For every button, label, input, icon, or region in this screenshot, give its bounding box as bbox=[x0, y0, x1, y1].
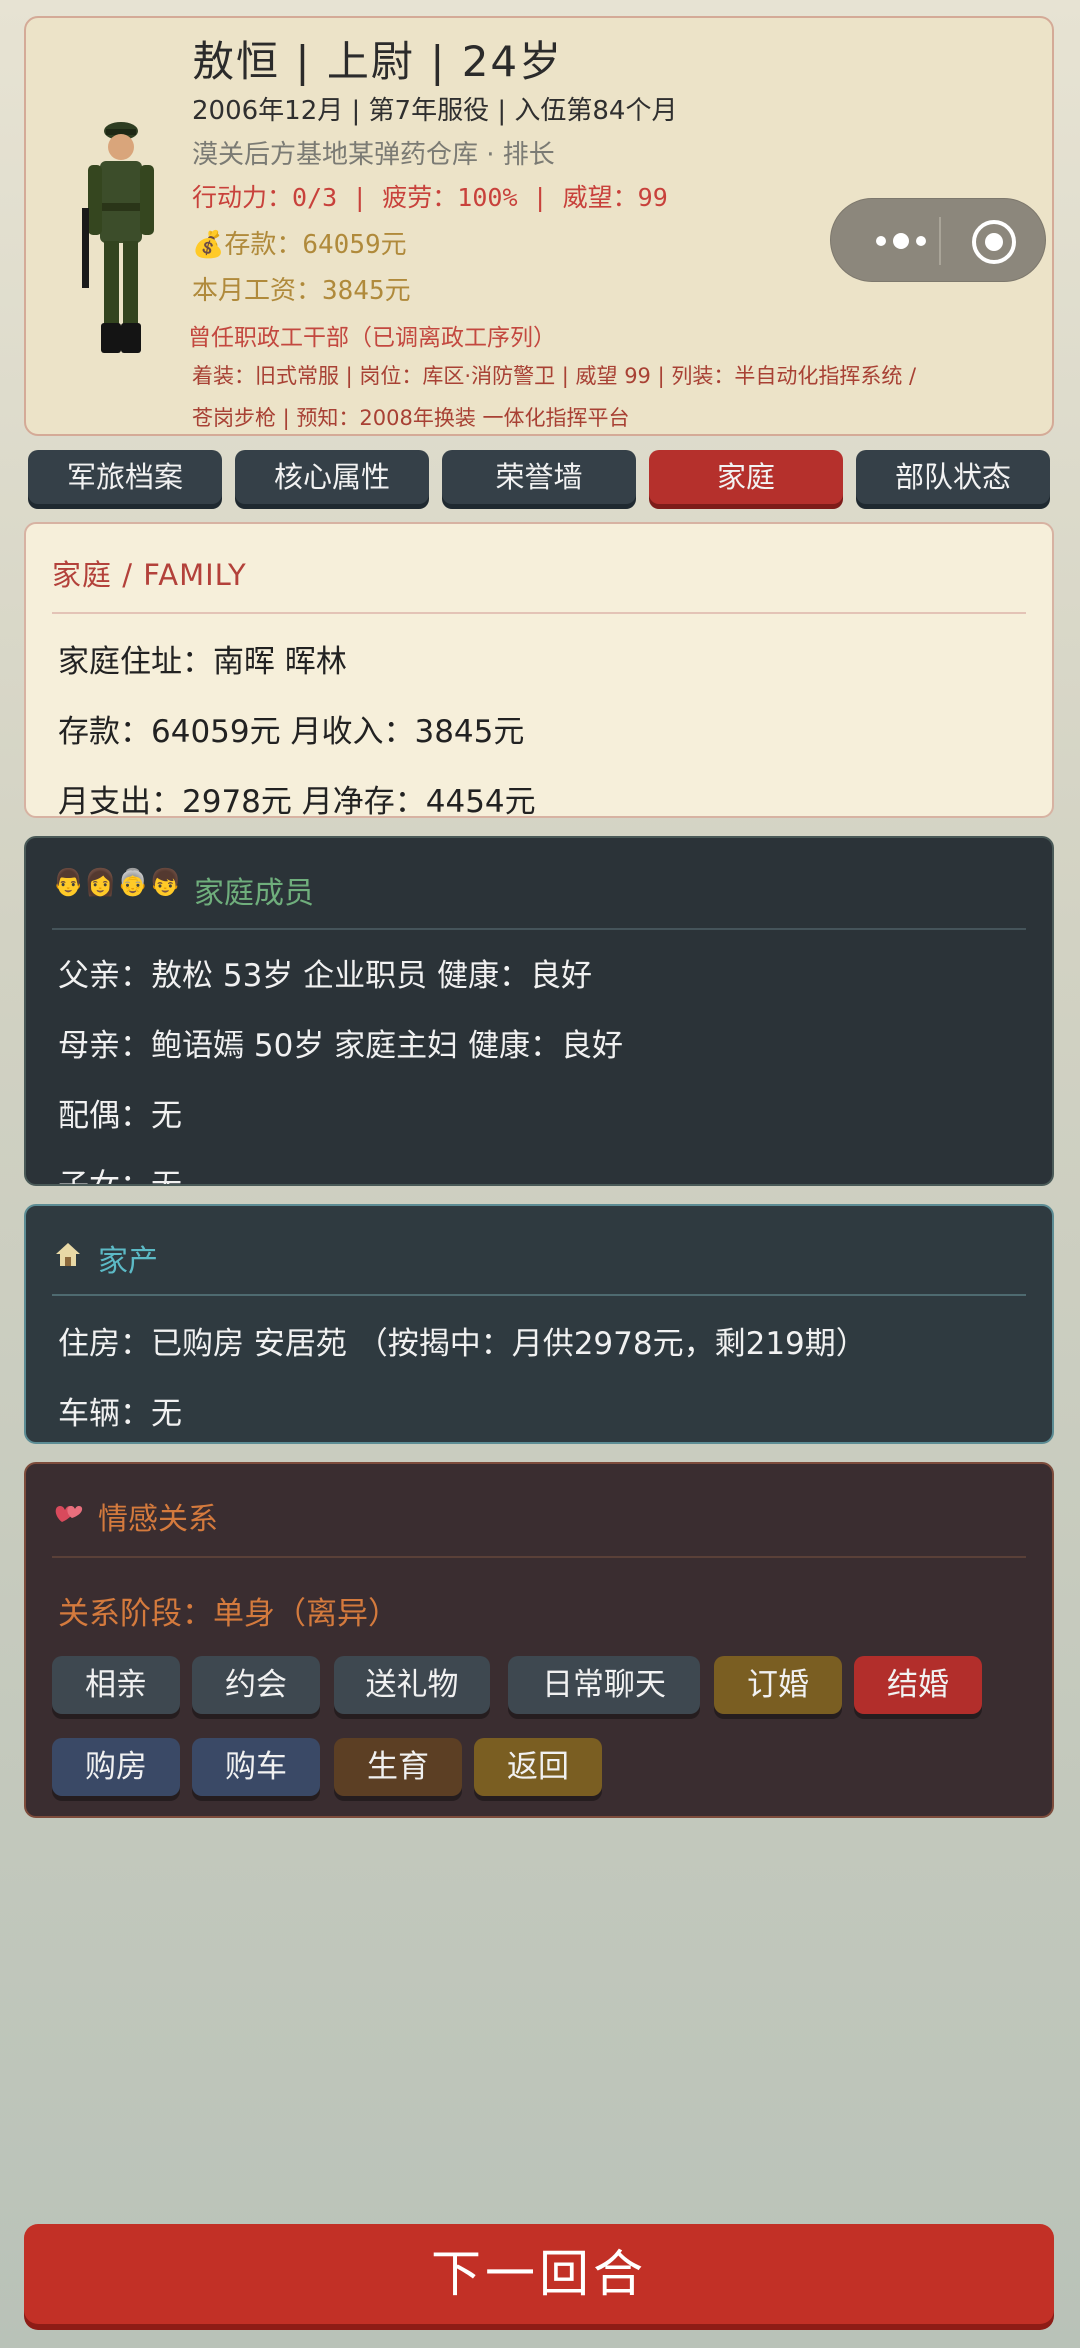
romance-title: 情感关系 bbox=[98, 1502, 218, 1537]
member-spouse: 配偶：无 bbox=[58, 1098, 182, 1134]
salary-line: 本月工资：3845元 bbox=[192, 276, 411, 306]
miniprogram-capsule bbox=[830, 198, 1046, 282]
unit-info: 漠关后方基地某弹药仓库 · 排长 bbox=[192, 140, 555, 170]
buy-house-button[interactable]: 购房 bbox=[52, 1738, 180, 1796]
date-button[interactable]: 约会 bbox=[192, 1656, 320, 1714]
action-stats: 行动力：0/3 | 疲劳：100% | 威望：99 bbox=[192, 183, 668, 212]
capsule-divider bbox=[939, 217, 941, 265]
estate-panel: 家产 住房：已购房 安居苑 （按揭中：月供2978元，剩219期） 车辆：无 bbox=[24, 1204, 1054, 1444]
soldier-avatar bbox=[82, 122, 154, 353]
tab-core-attributes[interactable]: 核心属性 bbox=[235, 450, 429, 504]
estate-title: 家产 bbox=[98, 1244, 158, 1279]
family-emoji-icon: 👨👩👵👦 bbox=[52, 868, 182, 898]
profile-title: 敖恒 | 上尉 | 24岁 bbox=[192, 37, 564, 86]
family-panel: 家庭 / FAMILY 家庭住址：南晖 晖林 存款：64059元 月收入：384… bbox=[24, 522, 1054, 818]
buy-car-button[interactable]: 购车 bbox=[192, 1738, 320, 1796]
service-info: 2006年12月 | 第7年服役 | 入伍第84个月 bbox=[192, 96, 678, 126]
romance-panel: 情感关系 关系阶段：单身（离异） 相亲 约会 送礼物 日常聊天 订婚 结婚 购房… bbox=[24, 1462, 1054, 1818]
tab-unit-status[interactable]: 部队状态 bbox=[856, 450, 1050, 504]
send-gift-button[interactable]: 送礼物 bbox=[334, 1656, 490, 1714]
family-finance-1: 存款：64059元 月收入：3845元 bbox=[58, 714, 525, 750]
more-icon[interactable] bbox=[861, 219, 941, 263]
divider bbox=[52, 1556, 1026, 1558]
divider bbox=[52, 612, 1026, 614]
equipment-detail-2: 苍岗步枪 | 预知：2008年换装 一体化指挥平台 bbox=[192, 406, 630, 430]
member-mother: 母亲：鲍语嫣 50岁 家庭主妇 健康：良好 bbox=[58, 1028, 624, 1064]
close-target-icon[interactable] bbox=[969, 217, 1019, 267]
member-father: 父亲：敖松 53岁 企业职员 健康：良好 bbox=[58, 958, 593, 994]
equipment-detail-1: 着装：旧式常服 | 岗位：库区·消防警卫 | 威望 99 | 列装：半自动化指挥… bbox=[192, 364, 917, 388]
tab-military-file[interactable]: 军旅档案 bbox=[28, 450, 222, 504]
have-child-button[interactable]: 生育 bbox=[334, 1738, 462, 1796]
money-bag-icon: 💰 bbox=[192, 230, 225, 260]
member-children: 子女：无 bbox=[58, 1168, 182, 1186]
estate-house: 住房：已购房 安居苑 （按揭中：月供2978元，剩219期） bbox=[58, 1326, 867, 1362]
family-members-panel: 👨👩👵👦 家庭成员 父亲：敖松 53岁 企业职员 健康：良好 母亲：鲍语嫣 50… bbox=[24, 836, 1054, 1186]
next-turn-button[interactable]: 下一回合 bbox=[24, 2224, 1054, 2324]
blind-date-button[interactable]: 相亲 bbox=[52, 1656, 180, 1714]
relationship-stage: 关系阶段：单身（离异） bbox=[58, 1596, 399, 1632]
hearts-icon bbox=[55, 1506, 83, 1522]
savings-line: 💰存款：64059元 bbox=[192, 224, 407, 261]
estate-vehicle: 车辆：无 bbox=[58, 1396, 182, 1432]
members-title: 家庭成员 bbox=[194, 876, 314, 911]
former-post: 曾任职政工干部（已调离政工序列） bbox=[188, 325, 556, 351]
engage-button[interactable]: 订婚 bbox=[714, 1656, 842, 1714]
daily-chat-button[interactable]: 日常聊天 bbox=[508, 1656, 700, 1714]
house-icon bbox=[56, 1243, 80, 1266]
marry-button[interactable]: 结婚 bbox=[854, 1656, 982, 1714]
family-address: 家庭住址：南晖 晖林 bbox=[58, 644, 347, 680]
family-title: 家庭 / FAMILY bbox=[52, 558, 247, 592]
tab-family[interactable]: 家庭 bbox=[649, 450, 843, 504]
savings-text: 存款：64059元 bbox=[224, 230, 407, 260]
divider bbox=[52, 1294, 1026, 1296]
tab-honor-wall[interactable]: 荣誉墙 bbox=[442, 450, 636, 504]
divider bbox=[52, 928, 1026, 930]
family-finance-2: 月支出：2978元 月净存：4454元 bbox=[58, 784, 536, 818]
back-button[interactable]: 返回 bbox=[474, 1738, 602, 1796]
